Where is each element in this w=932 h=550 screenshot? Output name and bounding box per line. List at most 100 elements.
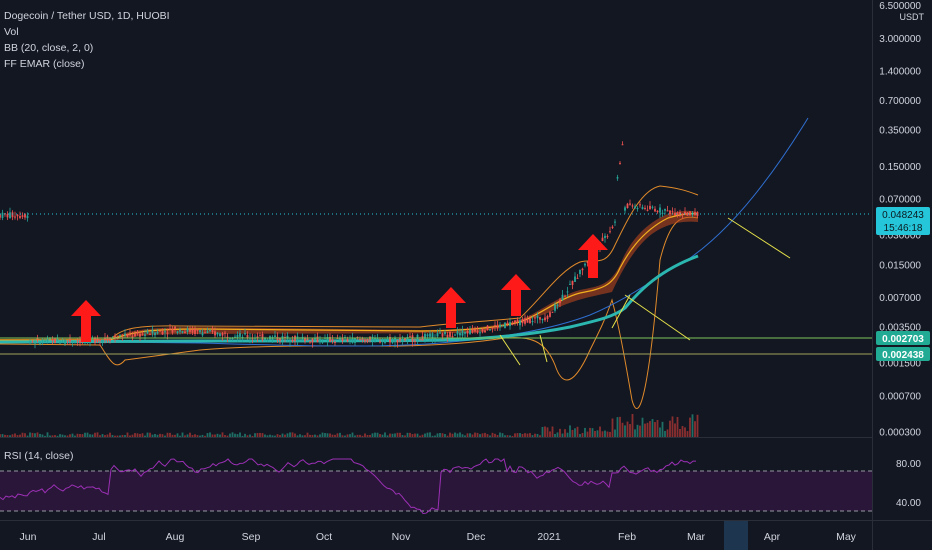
volume-bar: [59, 434, 61, 437]
price-tick-label: 0.350000: [879, 126, 921, 137]
volume-bar: [141, 433, 144, 437]
volume-bar: [401, 435, 404, 437]
volume-bar: [334, 434, 336, 437]
rsi-band: [0, 471, 872, 511]
volume-bar: [604, 430, 606, 437]
candle-body: [144, 334, 146, 336]
volume-bar: [391, 433, 394, 437]
candle-body: [671, 211, 674, 213]
volume-bar: [541, 426, 544, 437]
volume-bar: [386, 435, 389, 437]
volume-bar: [199, 435, 201, 437]
volume-bar: [204, 435, 206, 437]
candle-body: [171, 329, 174, 333]
volume-bar: [366, 434, 369, 437]
candle-body: [481, 328, 484, 333]
candle-body: [46, 338, 49, 342]
candle-body: [24, 214, 26, 218]
volume-bar: [1, 434, 4, 437]
volume-bar: [471, 434, 474, 437]
volume-bar: [389, 433, 391, 437]
volume-bar: [669, 420, 671, 437]
volume-bar: [479, 434, 481, 437]
candle-body: [456, 331, 459, 335]
volume-bar: [696, 414, 699, 437]
candle-body: [49, 338, 51, 340]
price-tick-label: 0.000700: [879, 391, 921, 402]
volume-bar: [146, 432, 149, 437]
price-tick-label: 0.150000: [879, 162, 921, 173]
candle-body: [469, 329, 471, 335]
volume-bar: [186, 434, 189, 437]
candle-body: [449, 332, 451, 337]
volume-bar: [491, 432, 494, 437]
rsi-indicator-label[interactable]: RSI (14, close): [4, 450, 73, 462]
candle-body: [266, 339, 269, 341]
volume-bar: [601, 431, 604, 437]
volume-bar: [351, 432, 354, 437]
volume-bar: [84, 432, 86, 437]
ema-indicator[interactable]: FF EMAR (close): [4, 56, 170, 72]
volume-bar: [206, 433, 209, 437]
time-label: 2021: [537, 531, 561, 543]
volume-bar: [406, 432, 409, 437]
volume-bar: [526, 433, 529, 437]
volume-bar: [546, 427, 549, 437]
volume-bar: [194, 434, 196, 437]
volume-bar: [6, 435, 9, 437]
chart-canvas[interactable]: 6.500000 3.000000 1.400000 0.700000 0.350000…: [0, 0, 932, 550]
candle-body: [509, 322, 511, 327]
volume-bar: [134, 433, 136, 437]
volume-bar: [149, 432, 151, 437]
candle-body: [244, 333, 246, 335]
volume-bar: [654, 422, 656, 437]
candle-body: [14, 216, 16, 218]
volume-bar: [249, 434, 251, 437]
volume-bar: [436, 433, 439, 437]
volume-bar: [16, 435, 19, 437]
candle-body: [476, 330, 479, 333]
volume-bar: [664, 430, 666, 437]
volume-bar: [96, 432, 99, 437]
volume-bar: [139, 433, 141, 437]
volume-bar: [11, 434, 14, 437]
time-label: Oct: [316, 531, 332, 543]
volume-bar: [379, 434, 381, 437]
current-price-value: 0.048243: [882, 210, 924, 221]
candle-body: [186, 328, 189, 332]
price-unit[interactable]: USDT: [900, 12, 925, 22]
volume-bar: [586, 431, 589, 437]
volume-bar: [686, 431, 689, 437]
volume-bar: [516, 433, 519, 437]
candle-body: [11, 212, 14, 218]
candle-body: [176, 331, 179, 333]
volume-bar: [421, 434, 424, 437]
candle-body: [216, 332, 219, 335]
candle-body: [366, 338, 369, 343]
symbol-title[interactable]: Dogecoin / Tether USD, 1D, HUOBI: [4, 8, 170, 24]
volume-bar: [501, 433, 504, 437]
volume-bar: [164, 435, 166, 437]
candle-body: [629, 203, 631, 205]
volume-bar: [369, 434, 371, 437]
price-tick-label: 3.000000: [879, 34, 921, 45]
bb-indicator[interactable]: BB (20, close, 2, 0): [4, 40, 170, 56]
candle-body: [214, 331, 216, 336]
price-tick-label: 6.500000: [879, 1, 921, 12]
volume-bar: [0, 434, 1, 437]
candle-body: [566, 291, 569, 293]
candle-body: [71, 341, 74, 343]
volume-bar: [556, 432, 559, 437]
volume-indicator[interactable]: Vol: [4, 24, 170, 40]
volume-bar: [344, 435, 346, 437]
volume-bar: [201, 434, 204, 437]
candle-body: [211, 330, 214, 332]
level-tag-1: 0.002703: [876, 331, 930, 345]
candle-body: [151, 329, 154, 334]
candle-body: [29, 341, 31, 343]
candle-body: [44, 340, 46, 342]
candle-body: [331, 339, 334, 341]
candle-body: [531, 321, 534, 323]
volume-bar: [631, 413, 634, 437]
volume-bar: [561, 433, 564, 437]
